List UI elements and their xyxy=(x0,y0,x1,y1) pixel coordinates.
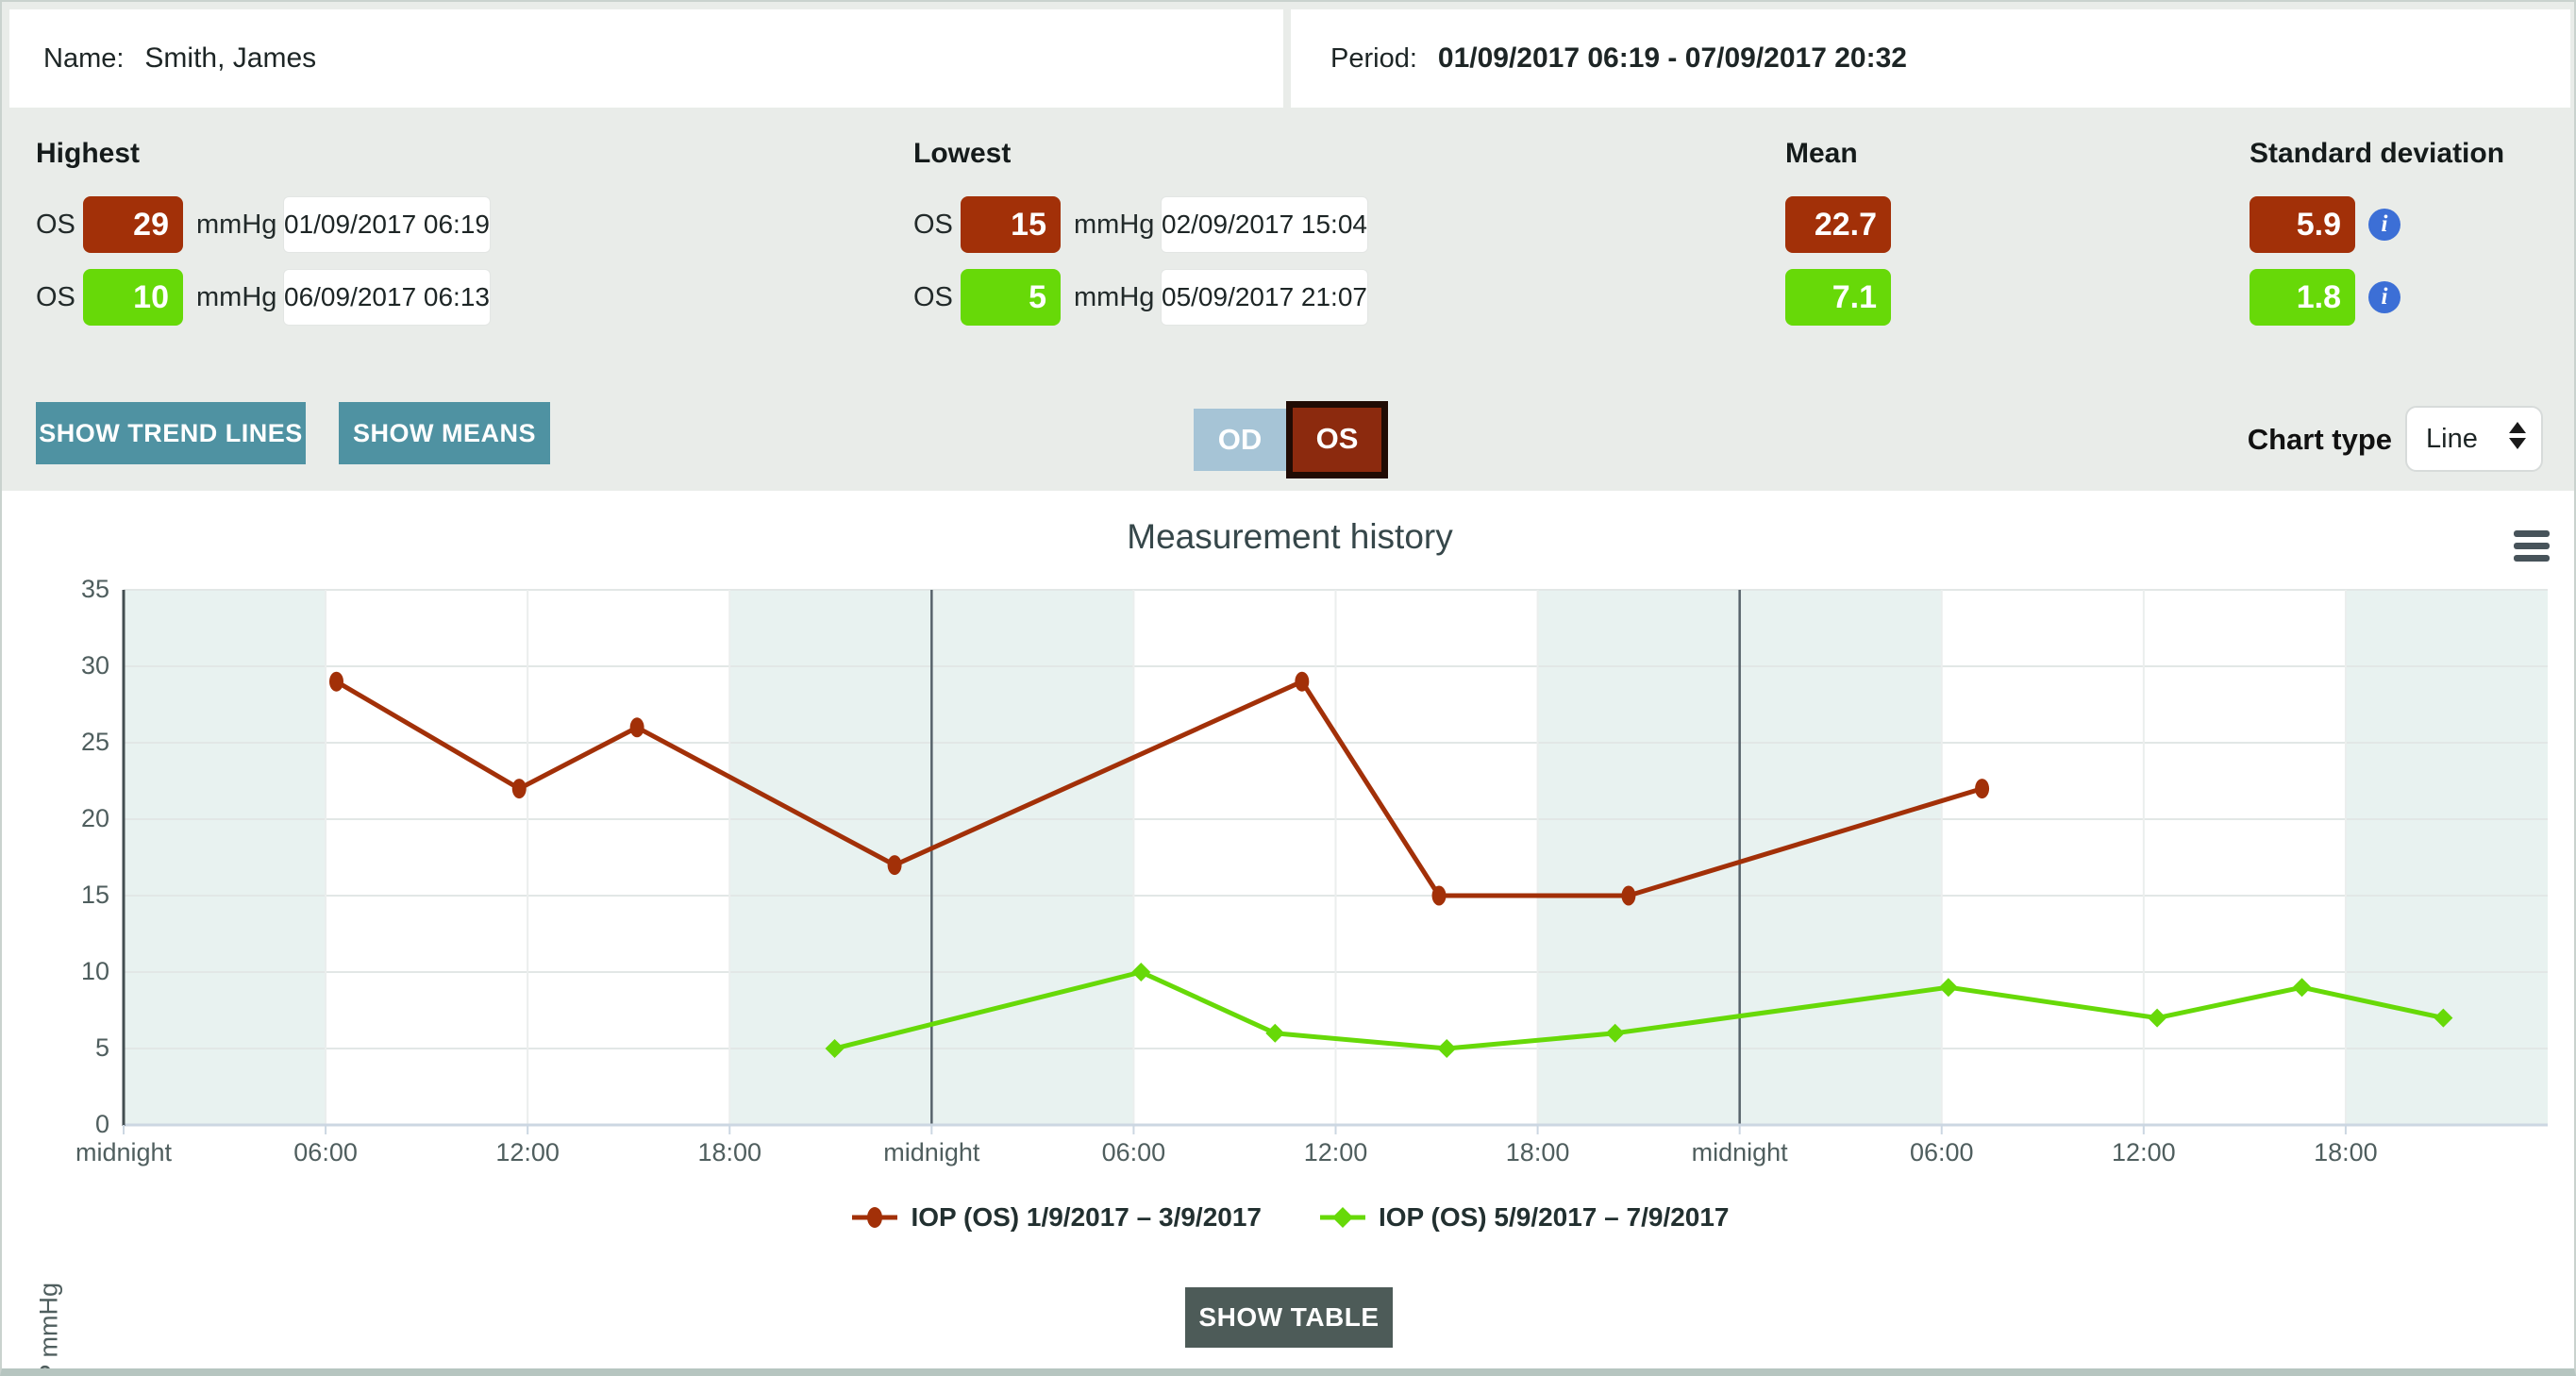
chart-legend: IOP (OS) 1/9/2017 – 3/9/2017 IOP (OS) 5/… xyxy=(2,1202,2576,1233)
night-band xyxy=(2346,590,2548,1125)
x-axis-label: midnight xyxy=(1683,1138,1797,1167)
y-axis-label: 10 xyxy=(57,957,109,986)
x-axis-label: midnight xyxy=(67,1138,180,1167)
y-axis-title: IOP mmHg xyxy=(35,1270,64,1376)
x-axis-label: 06:00 xyxy=(269,1138,382,1167)
chart-plot-area xyxy=(2,2,2576,1376)
y-axis-label: 20 xyxy=(57,804,109,833)
x-axis-label: 12:00 xyxy=(1280,1138,1393,1167)
x-axis-label: 18:00 xyxy=(2289,1138,2402,1167)
data-point[interactable] xyxy=(2148,1009,2166,1028)
data-point[interactable] xyxy=(630,717,644,737)
data-point[interactable] xyxy=(1975,779,1989,798)
x-axis-label: midnight xyxy=(875,1138,988,1167)
x-axis-label: 18:00 xyxy=(673,1138,786,1167)
data-point[interactable] xyxy=(1265,1024,1284,1043)
data-point[interactable] xyxy=(888,855,902,875)
data-point[interactable] xyxy=(1432,886,1447,906)
legend-item-green-series[interactable]: IOP (OS) 5/9/2017 – 7/9/2017 xyxy=(1318,1202,1730,1233)
iop-report-app: Name: Smith, James Period: 01/09/2017 06… xyxy=(0,0,2576,1376)
legend-label: IOP (OS) 1/9/2017 – 3/9/2017 xyxy=(911,1202,1262,1233)
red-series-marker-icon xyxy=(850,1203,899,1232)
data-point[interactable] xyxy=(1295,672,1309,692)
data-point[interactable] xyxy=(1437,1039,1456,1058)
legend-item-red-series[interactable]: IOP (OS) 1/9/2017 – 3/9/2017 xyxy=(850,1202,1262,1233)
data-point[interactable] xyxy=(329,672,343,692)
x-axis-label: 12:00 xyxy=(2087,1138,2200,1167)
green-series-marker-icon xyxy=(1318,1203,1367,1232)
data-point[interactable] xyxy=(512,779,527,798)
data-point[interactable] xyxy=(1621,886,1635,906)
show-table-button[interactable]: SHOW TABLE xyxy=(1185,1287,1393,1348)
x-axis-label: 18:00 xyxy=(1481,1138,1595,1167)
y-axis-label: 25 xyxy=(57,728,109,757)
y-axis-label: 30 xyxy=(57,651,109,680)
y-axis-label: 5 xyxy=(57,1033,109,1063)
x-axis-label: 06:00 xyxy=(1885,1138,1999,1167)
y-axis-label: 0 xyxy=(57,1110,109,1139)
legend-label: IOP (OS) 5/9/2017 – 7/9/2017 xyxy=(1379,1202,1730,1233)
y-axis-label: 35 xyxy=(57,575,109,604)
y-axis-label: 15 xyxy=(57,881,109,910)
data-point[interactable] xyxy=(2293,978,2312,997)
x-axis-label: 06:00 xyxy=(1077,1138,1190,1167)
night-band xyxy=(124,590,326,1125)
measurement-history-chart: Measurement history midnight06:0012:0018… xyxy=(2,491,2576,1370)
x-axis-label: 12:00 xyxy=(471,1138,584,1167)
